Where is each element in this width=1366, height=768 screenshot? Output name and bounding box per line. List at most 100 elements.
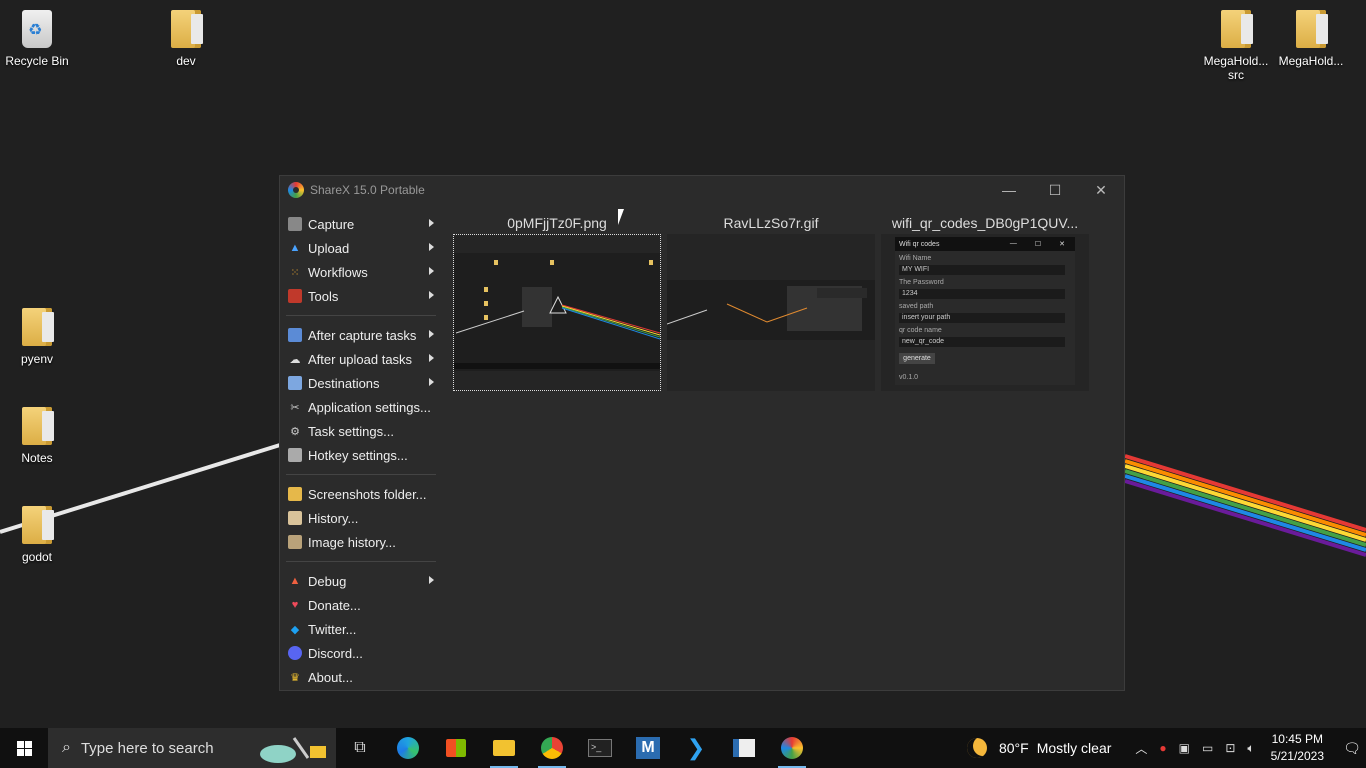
desktop-icon-pyenv[interactable]: pyenv — [1, 308, 73, 366]
chevron-right-icon — [429, 330, 434, 338]
battery-icon[interactable]: ▭ — [1202, 741, 1213, 755]
qr-name-field: new_qr_code — [899, 337, 1065, 347]
minimize-button[interactable]: — — [986, 176, 1032, 204]
camera-icon — [288, 217, 302, 231]
chrome-icon — [541, 737, 563, 759]
search-highlight-art — [260, 737, 326, 763]
taskbar: ⌕ Type here to search ⧉ >_ M ❯ 80°F Most… — [0, 728, 1366, 768]
desktop-icon-megahold[interactable]: MegaHold... — [1275, 10, 1347, 68]
qr-path-field: insert your path — [899, 313, 1065, 323]
minimize-icon: — — [1009, 240, 1017, 247]
menu-separator — [286, 561, 436, 562]
menu-item-after-capture-tasks[interactable]: After capture tasks — [286, 323, 436, 347]
menu-item-task-settings[interactable]: ⚙ Task settings... — [286, 419, 436, 443]
gear-icon: ⚙ — [290, 425, 300, 438]
menu-item-upload[interactable]: ▲ Upload — [286, 236, 436, 260]
qr-app-title: Wifi qr codes — [899, 240, 940, 248]
weather-condition: Mostly clear — [1036, 740, 1112, 756]
qr-path-label: saved path — [899, 303, 934, 310]
key-icon — [288, 448, 302, 462]
thumbnail-image[interactable] — [667, 234, 875, 391]
menu-item-tools[interactable]: Tools — [286, 284, 436, 308]
chevron-up-icon[interactable]: ︿ — [1135, 740, 1147, 757]
heart-icon: ♥ — [291, 599, 299, 611]
wrench-icon: ✂ — [290, 401, 300, 414]
start-button[interactable] — [0, 728, 48, 768]
task-view-button[interactable]: ⧉ — [336, 728, 384, 768]
menu-item-discord[interactable]: Discord... — [286, 641, 436, 665]
taskbar-app-news[interactable] — [720, 728, 768, 768]
wallpaper-rainbow — [1124, 454, 1366, 557]
qr-generate-button: generate — [899, 353, 935, 364]
moon-icon — [966, 738, 987, 758]
taskbar-app-edge[interactable] — [384, 728, 432, 768]
menu-item-destinations[interactable]: Destinations — [286, 371, 436, 395]
maximize-button[interactable]: ☐ — [1032, 176, 1078, 204]
edge-icon — [397, 737, 419, 759]
qr-pass-field: 1234 — [899, 289, 1065, 299]
weather-widget[interactable]: 80°F Mostly clear — [966, 738, 1112, 758]
terminal-icon: >_ — [588, 739, 612, 757]
desktop-icon-notes[interactable]: Notes — [1, 407, 73, 465]
main-menu: Capture ▲ Upload ⁙ Workflows Tools After c… — [286, 212, 436, 689]
menu-item-image-history[interactable]: Image history... — [286, 530, 436, 554]
desktop-icon-recycle-bin[interactable]: Recycle Bin — [1, 10, 73, 68]
network-icon[interactable]: ⊡ — [1225, 741, 1235, 755]
taskbar-app-vscode[interactable]: ❯ — [672, 728, 720, 768]
thumbnail-item[interactable]: 0pMFjjTz0F.png — [453, 212, 661, 391]
thumbnail-item[interactable]: RavLLzSo7r.gif — [667, 212, 875, 391]
menu-item-application-settings[interactable]: ✂ Application settings... — [286, 395, 436, 419]
volume-icon[interactable]: 🔈︎ — [1247, 741, 1254, 756]
desktop-icon-dev[interactable]: dev — [150, 10, 222, 68]
weather-temperature: 80°F — [998, 740, 1029, 756]
menu-item-capture[interactable]: Capture — [286, 212, 436, 236]
menu-item-screenshots-folder[interactable]: Screenshots folder... — [286, 482, 436, 506]
close-button[interactable]: ✕ — [1078, 176, 1124, 204]
taskbar-clock[interactable]: 10:45 PM 5/21/2023 — [1271, 731, 1324, 765]
discord-icon — [288, 646, 302, 660]
desktop-screenshot-preview — [454, 253, 660, 371]
menu-item-about[interactable]: ♛ About... — [286, 665, 436, 689]
menu-item-twitter[interactable]: ◆ Twitter... — [286, 617, 436, 641]
chevron-right-icon — [429, 267, 434, 275]
sharex-window: ShareX 15.0 Portable — ☐ ✕ Capture ▲ Uplo… — [279, 175, 1125, 691]
sharex-icon — [781, 737, 803, 759]
window-titlebar[interactable]: ShareX 15.0 Portable — ☐ ✕ — [280, 176, 1124, 204]
taskbar-app-store[interactable] — [432, 728, 480, 768]
taskbar-app-m[interactable]: M — [624, 728, 672, 768]
menu-separator — [286, 315, 436, 316]
thumbnail-item[interactable]: wifi_qr_codes_DB0gP1QUV... Wifi qr codes… — [881, 212, 1089, 391]
taskbar-app-sharex[interactable] — [768, 728, 816, 768]
close-icon: ✕ — [1059, 241, 1065, 248]
chevron-right-icon — [429, 219, 434, 227]
camera-tray-icon[interactable]: ▣ — [1179, 741, 1190, 755]
taskbar-app-file-explorer[interactable] — [480, 728, 528, 768]
toolbox-icon — [288, 289, 302, 303]
history-icon — [288, 511, 302, 525]
taskbar-search[interactable]: ⌕ Type here to search — [48, 728, 336, 768]
store-icon — [446, 739, 466, 757]
grid-dots-icon: ⁙ — [290, 266, 300, 279]
chevron-right-icon — [429, 354, 434, 362]
recycle-bin-icon — [22, 10, 52, 48]
menu-item-after-upload-tasks[interactable]: ☁ After upload tasks — [286, 347, 436, 371]
menu-item-debug[interactable]: ▲ Debug — [286, 569, 436, 593]
cone-icon: ▲ — [289, 575, 301, 587]
desktop-icon-godot[interactable]: godot — [1, 506, 73, 564]
thumbnail-image[interactable]: Wifi qr codes — ☐ ✕ Wifi Name MY WIFI The … — [881, 234, 1089, 391]
taskbar-app-chrome[interactable] — [528, 728, 576, 768]
thumbnail-image[interactable] — [453, 234, 661, 391]
qr-app-titlebar: Wifi qr codes — ☐ ✕ — [895, 237, 1075, 251]
record-icon[interactable]: ● — [1159, 741, 1166, 755]
notification-center-button[interactable]: 🗨︎ — [1338, 740, 1366, 757]
desktop-icon-megahold-src[interactable]: MegaHold... src — [1200, 10, 1272, 82]
menu-item-history[interactable]: History... — [286, 506, 436, 530]
notification-icon: 🗨︎ — [1343, 739, 1361, 756]
file-explorer-icon — [493, 740, 515, 756]
menu-item-donate[interactable]: ♥ Donate... — [286, 593, 436, 617]
menu-item-workflows[interactable]: ⁙ Workflows — [286, 260, 436, 284]
taskbar-app-terminal[interactable]: >_ — [576, 728, 624, 768]
menu-item-hotkey-settings[interactable]: Hotkey settings... — [286, 443, 436, 467]
image-grid-icon — [288, 535, 302, 549]
windows-logo-icon — [16, 740, 32, 756]
